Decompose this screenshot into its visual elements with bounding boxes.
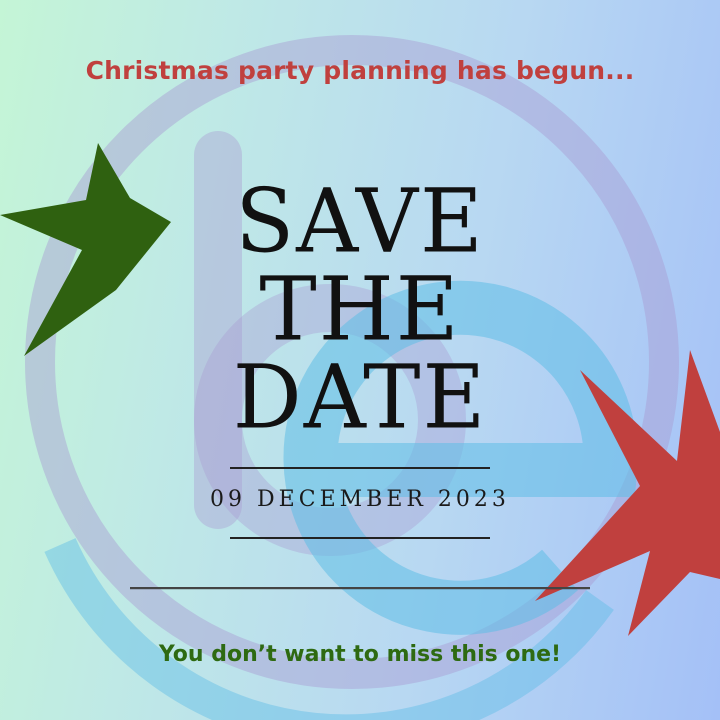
divider-top [230,467,490,469]
tagline-top: Christmas party planning has begun... [85,56,635,85]
save-the-date-poster: Christmas party planning has begun... SA… [0,0,720,720]
save-the-date-title: SAVE THE DATE [160,171,560,449]
event-date: 09 DECEMBER 2023 [210,487,510,512]
tagline-bottom: You don’t want to miss this one! [158,642,562,667]
divider-long [130,587,590,589]
divider-middle [230,537,490,539]
title-line-the: THE [259,259,461,361]
title-line-save: SAVE [235,171,485,273]
title-line-date: DATE [232,347,488,449]
